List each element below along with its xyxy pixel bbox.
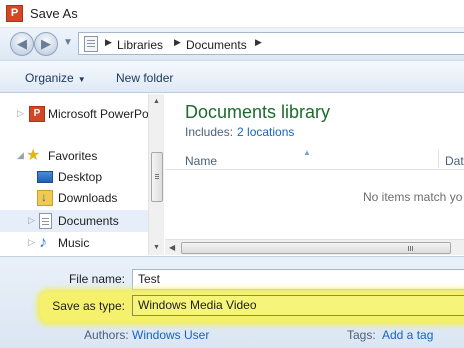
library-folder-icon bbox=[84, 36, 98, 52]
organize-label: Organize bbox=[25, 71, 74, 85]
authors-value[interactable]: Windows User bbox=[132, 328, 209, 342]
new-folder-button[interactable]: New folder bbox=[116, 71, 173, 85]
breadcrumb-libraries[interactable]: Libraries bbox=[117, 38, 163, 52]
expand-arrow-icon[interactable]: ▷ bbox=[28, 215, 35, 226]
breadcrumb-arrow-icon[interactable]: ▶ bbox=[174, 37, 181, 48]
star-icon: ★ bbox=[26, 147, 41, 164]
tags-value[interactable]: Add a tag bbox=[382, 328, 433, 342]
horizontal-scrollbar[interactable]: ◀ bbox=[165, 239, 464, 255]
back-button[interactable]: ◀ bbox=[10, 32, 34, 56]
grip-icon bbox=[155, 174, 159, 175]
powerpoint-icon: P bbox=[29, 106, 45, 122]
back-arrow-icon: ◀ bbox=[17, 36, 27, 51]
column-header-row: Name ▲ Dat bbox=[165, 148, 464, 170]
nav-item-favorites[interactable]: ◢ ★ Favorites bbox=[0, 145, 148, 167]
desktop-icon bbox=[37, 171, 53, 183]
includes-label: Includes: bbox=[185, 125, 234, 139]
nav-vertical-scrollbar[interactable]: ▲ ▼ bbox=[148, 94, 164, 255]
locations-link[interactable]: 2 locations bbox=[237, 125, 294, 139]
recent-pages-dropdown[interactable]: ▼ bbox=[63, 36, 75, 50]
breadcrumb-arrow-icon[interactable]: ▶ bbox=[105, 37, 112, 48]
breadcrumb-arrow-icon[interactable]: ▶ bbox=[255, 37, 262, 48]
breadcrumb-documents[interactable]: Documents bbox=[186, 38, 247, 52]
forward-arrow-icon: ▶ bbox=[41, 36, 51, 51]
scrollbar-thumb[interactable] bbox=[151, 152, 163, 202]
expand-arrow-icon[interactable]: ▷ bbox=[28, 237, 35, 248]
save-as-type-select[interactable]: Windows Media Video bbox=[132, 295, 464, 316]
filename-label: File name: bbox=[68, 272, 125, 286]
collapse-arrow-icon[interactable]: ◢ bbox=[17, 150, 24, 161]
downloads-icon bbox=[37, 190, 53, 206]
library-includes: Includes: 2 locations bbox=[185, 125, 294, 139]
organize-button[interactable]: Organize ▼ bbox=[25, 71, 86, 85]
music-note-icon: ♪ bbox=[39, 234, 47, 251]
powerpoint-app-icon: P bbox=[6, 5, 23, 22]
nav-item-label: Favorites bbox=[48, 149, 98, 163]
nav-item-music[interactable]: ▷ ♪ Music bbox=[0, 232, 148, 254]
scrollbar-thumb[interactable] bbox=[181, 242, 451, 254]
column-divider[interactable] bbox=[438, 150, 439, 168]
chevron-down-icon: ▼ bbox=[63, 37, 73, 48]
window-title: Save As bbox=[30, 6, 78, 21]
nav-item-powerpoint[interactable]: ▷ P Microsoft PowerPo bbox=[0, 103, 148, 125]
save-form: File name: Test Save as type: Windows Me… bbox=[0, 256, 464, 348]
nav-item-downloads[interactable]: Downloads bbox=[0, 187, 148, 209]
address-bar[interactable]: ▶ Libraries ▶ Documents ▶ bbox=[78, 32, 464, 55]
nav-item-documents[interactable]: ▷ Documents bbox=[0, 210, 148, 232]
empty-message: No items match yo bbox=[363, 190, 463, 204]
nav-item-label: Microsoft PowerPo bbox=[48, 107, 148, 121]
scroll-down-icon[interactable]: ▼ bbox=[153, 244, 160, 251]
nav-item-label: Desktop bbox=[58, 170, 103, 184]
grip-icon bbox=[408, 246, 409, 251]
authors-label: Authors: bbox=[84, 328, 129, 342]
file-list-pane: Documents library Includes: 2 locations N… bbox=[165, 94, 464, 255]
forward-button[interactable]: ▶ bbox=[34, 32, 58, 56]
save-as-type-label: Save as type: bbox=[52, 299, 125, 313]
nav-item-label: Documents bbox=[58, 214, 119, 228]
sort-ascending-icon: ▲ bbox=[303, 148, 311, 157]
column-header-name[interactable]: Name bbox=[185, 154, 217, 168]
documents-icon bbox=[39, 213, 52, 229]
toolbar: Organize ▼ New folder bbox=[0, 60, 464, 93]
scroll-left-icon[interactable]: ◀ bbox=[169, 243, 175, 252]
address-row: ◀ ▶ ▼ ▶ Libraries ▶ Documents ▶ bbox=[0, 28, 464, 60]
nav-item-desktop[interactable]: Desktop bbox=[0, 166, 148, 188]
column-header-date[interactable]: Dat bbox=[445, 154, 464, 168]
expand-arrow-icon[interactable]: ▷ bbox=[17, 108, 24, 119]
library-title: Documents library bbox=[185, 102, 331, 122]
navigation-pane: ▷ P Microsoft PowerPo ◢ ★ Favorites Desk… bbox=[0, 94, 164, 255]
nav-item-label: Downloads bbox=[58, 191, 118, 205]
filename-input[interactable]: Test bbox=[132, 269, 464, 290]
scroll-up-icon[interactable]: ▲ bbox=[153, 98, 160, 105]
tags-label: Tags: bbox=[347, 328, 376, 342]
chevron-down-icon: ▼ bbox=[77, 75, 86, 84]
nav-item-label: Music bbox=[58, 236, 90, 250]
title-bar: P Save As bbox=[0, 0, 464, 28]
